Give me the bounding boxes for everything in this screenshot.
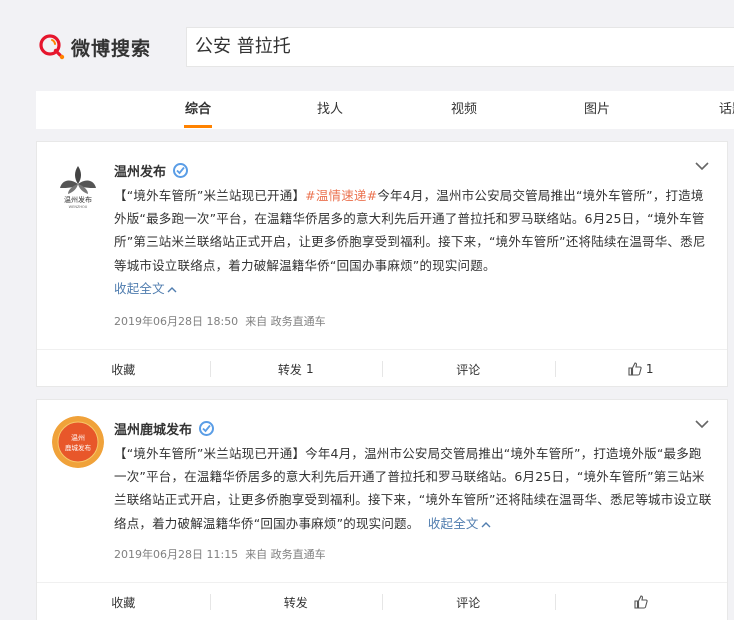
favorite-label: 收藏 (111, 362, 136, 377)
comment-label: 评论 (456, 362, 481, 377)
chevron-up-icon (167, 286, 177, 293)
search-logo-icon (39, 34, 65, 60)
lucheng-fabu-logo-icon: 温州 鹿城发布 (52, 416, 104, 468)
repost-label: 转发 (277, 362, 302, 377)
weibo-post-card: 温州 鹿城发布 温州鹿城发布 【“境外车管所”米兰站现已开通】今年4月，温州市公… (36, 399, 728, 620)
post-time[interactable]: 2019年06月28日 11:15 (114, 548, 238, 561)
verified-badge-icon (199, 421, 215, 436)
post-time[interactable]: 2019年06月28日 18:50 (114, 315, 238, 328)
post-content: 【“境外车管所”米兰站现已开通】#温情速递#今年4月，温州市公安局交管局推出“境… (114, 184, 714, 300)
repost-button[interactable]: 转发 (209, 583, 383, 620)
thumbs-up-icon (634, 595, 648, 609)
hashtag-link[interactable]: #温情速递# (305, 188, 377, 203)
post-source: 来自 政务直通车 (245, 548, 326, 561)
avatar-text-line1: 温州发布 (64, 195, 92, 204)
repost-label: 转发 (283, 595, 308, 610)
collapse-label: 收起全文 (114, 280, 165, 296)
tab-topics[interactable]: 话题 (708, 91, 734, 129)
favorite-label: 收藏 (111, 595, 136, 610)
avatar-text-line2: 鹿城发布 (65, 443, 92, 452)
collapse-label: 收起全文 (427, 515, 479, 531)
chevron-down-icon[interactable] (695, 420, 709, 429)
search-tabs: 综合 找人 视频 图片 话题 (36, 91, 734, 129)
chevron-up-icon (481, 521, 491, 528)
wenzhou-fabu-logo-icon: 温州发布 WENZHOU (52, 158, 104, 210)
post-meta: 2019年06月28日 18:50 来自 政务直通车 (114, 313, 326, 329)
like-button[interactable] (554, 583, 728, 620)
tab-comprehensive[interactable]: 综合 (174, 91, 222, 129)
thumbs-up-icon (628, 362, 642, 376)
weibo-post-card: 温州发布 WENZHOU 温州发布 【“境外车管所”米兰站现已开通】#温情速递#… (36, 141, 728, 387)
post-actions: 收藏 转发 评论 (37, 582, 727, 620)
repost-button[interactable]: 转发 1 (209, 350, 383, 388)
verified-badge-icon (173, 163, 189, 178)
avatar-text-line2: WENZHOU (69, 205, 88, 209)
tab-pictures[interactable]: 图片 (573, 91, 621, 129)
avatar-text-line1: 温州 (71, 433, 85, 442)
post-author-row: 温州鹿城发布 (114, 419, 215, 438)
post-content: 【“境外车管所”米兰站现已开通】今年4月，温州市公安局交管局推出“境外车管所”，… (114, 442, 714, 535)
search-box[interactable] (186, 27, 734, 67)
post-meta: 2019年06月28日 11:15 来自 政务直通车 (114, 546, 326, 562)
logo-text: 微博搜索 (71, 37, 152, 60)
comment-label: 评论 (456, 595, 481, 610)
comment-button[interactable]: 评论 (382, 583, 555, 620)
header: 微博搜索 (0, 0, 734, 90)
repost-count: 1 (305, 362, 314, 376)
post-actions: 收藏 转发 1 评论 1 (37, 349, 727, 387)
post-text: 【“境外车管所”米兰站现已开通】今年4月，温州市公安局交管局推出“境外车管所”，… (114, 446, 712, 531)
avatar[interactable]: 温州 鹿城发布 (52, 416, 104, 468)
collapse-full-text-link[interactable]: 收起全文 (114, 281, 177, 296)
chevron-down-icon[interactable] (695, 162, 709, 171)
search-input[interactable] (195, 28, 734, 66)
post-author-name[interactable]: 温州发布 (114, 161, 166, 180)
post-source: 来自 政务直通车 (245, 315, 326, 328)
post-author-row: 温州发布 (114, 161, 189, 180)
favorite-button[interactable]: 收藏 (37, 583, 210, 620)
post-author-name[interactable]: 温州鹿城发布 (114, 419, 192, 438)
collapse-full-text-link[interactable]: 收起全文 (428, 516, 491, 531)
comment-button[interactable]: 评论 (382, 350, 555, 388)
like-button[interactable]: 1 (554, 350, 728, 388)
tab-video[interactable]: 视频 (440, 91, 488, 129)
avatar[interactable]: 温州发布 WENZHOU (52, 158, 104, 210)
post-text-title: 【“境外车管所”米兰站现已开通】 (114, 188, 306, 203)
tab-people[interactable]: 找人 (306, 91, 354, 129)
like-count: 1 (645, 362, 654, 376)
weibo-search-logo[interactable]: 微博搜索 (38, 33, 151, 61)
favorite-button[interactable]: 收藏 (37, 350, 210, 388)
